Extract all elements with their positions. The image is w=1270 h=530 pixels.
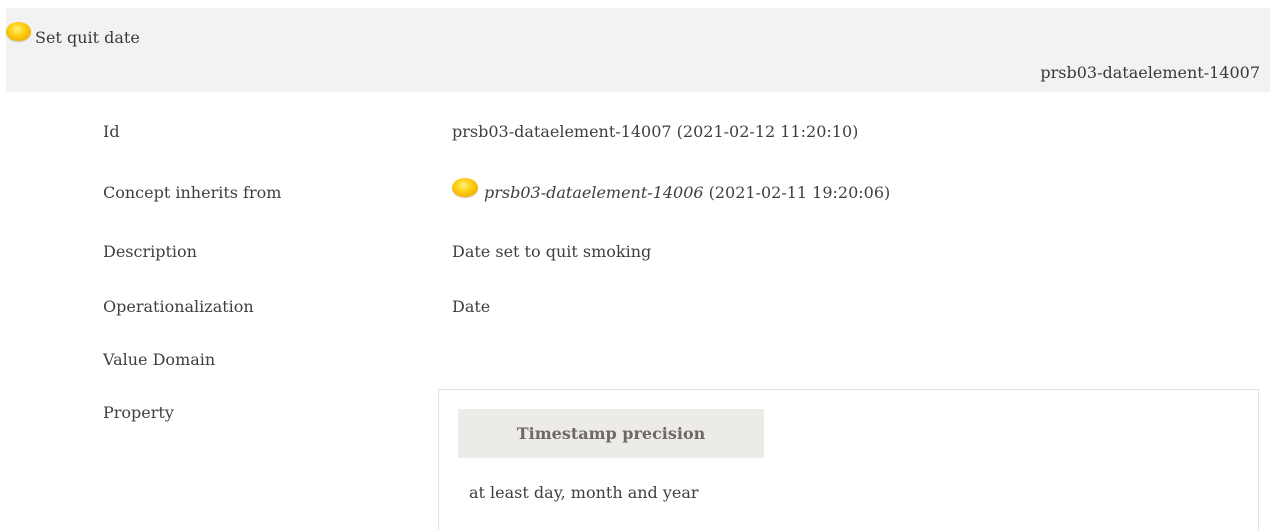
status-dot-icon: [6, 22, 31, 43]
property-label: Property: [103, 403, 174, 422]
status-dot-icon: [452, 178, 478, 199]
id-label: Id: [103, 122, 120, 141]
inherits-date: (2021-02-11 19:20:06): [708, 183, 891, 202]
concept-title-group[interactable]: Set quit date: [6, 16, 140, 47]
inherits-link[interactable]: prsb03-dataelement-14006: [484, 183, 704, 202]
id-value: prsb03-dataelement-14007 (2021-02-12 11:…: [452, 122, 859, 141]
operationalization-value: Date: [452, 297, 491, 316]
property-cell-value: at least day, month and year: [469, 483, 699, 502]
concept-ref-id: prsb03-dataelement-14007: [1040, 63, 1260, 82]
operationalization-label: Operationalization: [103, 297, 254, 316]
property-table: Timestamp precision at least day, month …: [438, 389, 1259, 530]
property-column-header: Timestamp precision: [458, 409, 764, 458]
description-value: Date set to quit smoking: [452, 242, 652, 261]
inherits-label: Concept inherits from: [103, 183, 282, 202]
inherits-value: prsb03-dataelement-14006 (2021-02-11 19:…: [452, 178, 891, 202]
concept-title[interactable]: Set quit date: [35, 28, 140, 47]
value-domain-label: Value Domain: [103, 350, 216, 369]
concept-header: Set quit date prsb03-dataelement-14007: [6, 8, 1270, 92]
description-label: Description: [103, 242, 197, 261]
